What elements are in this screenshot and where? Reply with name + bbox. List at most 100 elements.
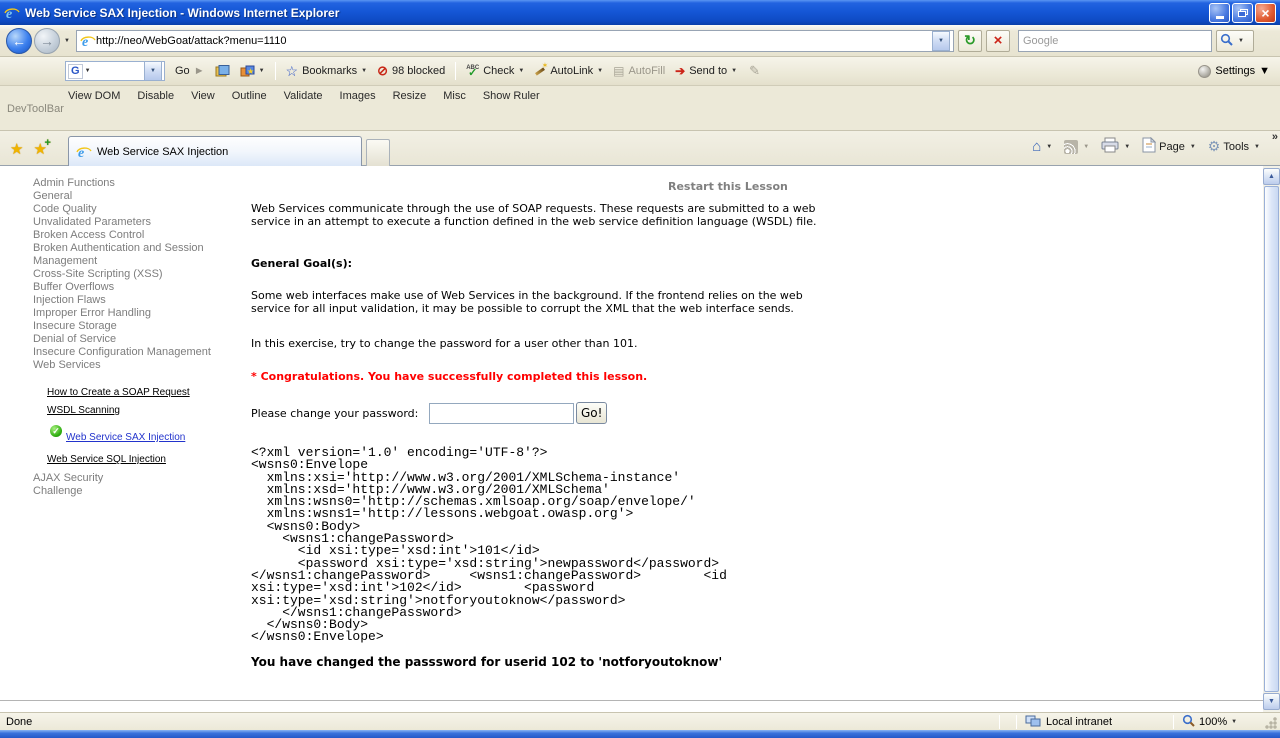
password-input[interactable] [429, 403, 574, 424]
devtool-misc[interactable]: Misc [443, 90, 466, 102]
url-dropdown-icon[interactable]: ▼ [932, 31, 950, 51]
sidebar-item-improper-error-handling[interactable]: Improper Error Handling [33, 307, 239, 320]
chevron-down-icon: ▼ [597, 68, 603, 74]
sidebar-item-xss[interactable]: Cross-Site Scripting (XSS) [33, 268, 239, 281]
history-dropdown-icon[interactable]: ▼ [64, 38, 70, 44]
settings-button[interactable]: Settings ▼ [1198, 65, 1270, 78]
tab-favicon-icon: e [76, 144, 92, 160]
new-tab-button[interactable] [366, 139, 390, 166]
search-box[interactable] [1018, 30, 1212, 52]
lesson-link-soap-request[interactable]: How to Create a SOAP Request [47, 387, 190, 398]
restore-button[interactable] [1232, 3, 1253, 23]
scroll-down-icon[interactable]: ▼ [1263, 693, 1280, 710]
forward-button[interactable]: → [34, 28, 60, 54]
send-to-button[interactable]: ➔ Send to ▼ [675, 64, 737, 78]
page-icon [1142, 137, 1156, 156]
chevron-down-icon[interactable]: ▼ [1231, 719, 1237, 725]
search-go-button[interactable]: ▼ [1216, 30, 1254, 52]
devtool-outline[interactable]: Outline [232, 90, 267, 102]
search-options-dropdown-icon[interactable]: ▼ [1238, 38, 1244, 44]
sidebar-item-injection-flaws[interactable]: Injection Flaws [33, 294, 239, 307]
tab-title: Web Service SAX Injection [97, 146, 228, 158]
google-g-dropdown-icon[interactable]: ▼ [85, 68, 91, 74]
lesson-complete-check-icon: ✓ [50, 425, 62, 437]
url-input[interactable] [96, 35, 930, 47]
google-g-icon: G [68, 64, 83, 79]
popup-blocker-button[interactable]: ⊘ 98 blocked [377, 63, 445, 79]
scroll-up-icon[interactable]: ▲ [1263, 168, 1280, 185]
status-text: Done [6, 716, 32, 728]
devtool-disable[interactable]: Disable [137, 90, 174, 102]
add-favorite-button[interactable]: ★ [33, 140, 46, 158]
close-button[interactable]: × [1255, 3, 1276, 23]
result-message: You have changed the passsword for useri… [251, 655, 722, 669]
sidebar-item-web-services[interactable]: Web Services [33, 359, 239, 372]
sidebar-item-unvalidated-parameters[interactable]: Unvalidated Parameters [33, 216, 239, 229]
print-button[interactable]: ▼ [1101, 137, 1136, 156]
sidebar-item-general[interactable]: General [33, 190, 239, 203]
tab-active[interactable]: e Web Service SAX Injection [68, 136, 362, 166]
lesson-link-sax-injection[interactable]: Web Service SAX Injection [66, 432, 185, 443]
google-logo: Google [8, 61, 59, 81]
devtool-view[interactable]: View [191, 90, 215, 102]
chevron-down-icon: ▼ [731, 68, 737, 74]
chevron-down-icon: ▼ [1259, 65, 1270, 77]
window-title: Web Service SAX Injection - Windows Inte… [25, 6, 339, 20]
google-options-icon[interactable]: ★ ▼ [240, 65, 265, 78]
sidebar-item-buffer-overflows[interactable]: Buffer Overflows [33, 281, 239, 294]
devtool-resize[interactable]: Resize [393, 90, 427, 102]
chevron-down-icon[interactable]: ▼ [259, 68, 265, 74]
google-go-button[interactable]: Go ► [175, 65, 205, 77]
devtool-view-dom[interactable]: View DOM [68, 90, 120, 102]
vertical-scrollbar[interactable]: ▲ ▼ [1263, 166, 1280, 712]
back-button[interactable]: ← [6, 28, 32, 54]
page-menu-button[interactable]: Page ▼ [1142, 137, 1202, 156]
sidebar-item-admin-functions[interactable]: Admin Functions [33, 177, 239, 190]
sidebar-item-code-quality[interactable]: Code Quality [33, 203, 239, 216]
stop-icon: × [994, 34, 1003, 48]
sidebar-item-insecure-storage[interactable]: Insecure Storage [33, 320, 239, 333]
home-button[interactable]: ⌂ ▼ [1032, 138, 1058, 155]
refresh-button[interactable]: ↻ [958, 30, 982, 52]
sidebar-item-denial-of-service[interactable]: Denial of Service [33, 333, 239, 346]
restart-lesson-link[interactable]: Restart this Lesson [668, 180, 788, 193]
lesson-exercise-text: In this exercise, try to change the pass… [251, 337, 826, 350]
lesson-goal-text: Some web interfaces make use of Web Serv… [251, 289, 826, 315]
minimize-button[interactable] [1209, 3, 1230, 23]
resize-grip[interactable] [1264, 716, 1278, 730]
stop-button[interactable]: × [986, 30, 1010, 52]
devtool-images[interactable]: Images [340, 90, 376, 102]
autolink-button[interactable]: AutoLink ▼ [534, 65, 603, 77]
search-input[interactable] [1023, 35, 1207, 47]
lesson-link-sql-injection[interactable]: Web Service SQL Injection [47, 454, 166, 465]
scrollbar-thumb[interactable] [1264, 186, 1279, 692]
sidebar-item-broken-authentication[interactable]: Broken Authentication and Session Manage… [33, 242, 239, 268]
highlighter-icon: ✎ [749, 63, 760, 79]
home-icon: ⌂ [1032, 138, 1041, 155]
google-search-box[interactable]: G ▼ ▼ [65, 61, 165, 81]
favorites-center-button[interactable]: ★ [10, 140, 23, 158]
svg-text:★: ★ [247, 67, 254, 76]
zoom-control[interactable]: 100% ▼ [1182, 714, 1260, 730]
developer-toolbar: View DOM Disable View Outline Validate I… [0, 86, 1280, 131]
chevron-down-icon[interactable]: ▼ [1124, 144, 1130, 150]
chevron-down-icon: ▼ [1083, 144, 1089, 150]
chevron-down-icon[interactable]: ▼ [1046, 144, 1052, 150]
lesson-category-menu-bottom: AJAX Security Challenge [33, 472, 239, 498]
tools-menu-button[interactable]: ⚙ Tools ▼ [1208, 138, 1266, 155]
address-field[interactable]: e ▼ [76, 30, 954, 52]
devtool-show-ruler[interactable]: Show Ruler [483, 90, 540, 102]
toolbar-overflow-icon[interactable]: » [1272, 131, 1278, 143]
devtool-validate[interactable]: Validate [284, 90, 323, 102]
sidebar-item-ajax-security[interactable]: AJAX Security [33, 472, 239, 485]
google-search-dropdown-icon[interactable]: ▼ [144, 61, 162, 81]
spellcheck-button[interactable]: ABC✓ Check ▼ [466, 65, 524, 77]
password-field-label: Please change your password: [251, 407, 429, 420]
google-news-icon[interactable] [215, 65, 230, 78]
go-button[interactable]: Go! [576, 402, 607, 424]
lesson-link-wsdl-scanning[interactable]: WSDL Scanning [47, 405, 120, 416]
sidebar-item-broken-access-control[interactable]: Broken Access Control [33, 229, 239, 242]
sidebar-item-insecure-configuration[interactable]: Insecure Configuration Management [33, 346, 239, 359]
sidebar-item-challenge[interactable]: Challenge [33, 485, 239, 498]
bookmarks-button[interactable]: ☆ Bookmarks ▼ [286, 63, 368, 80]
